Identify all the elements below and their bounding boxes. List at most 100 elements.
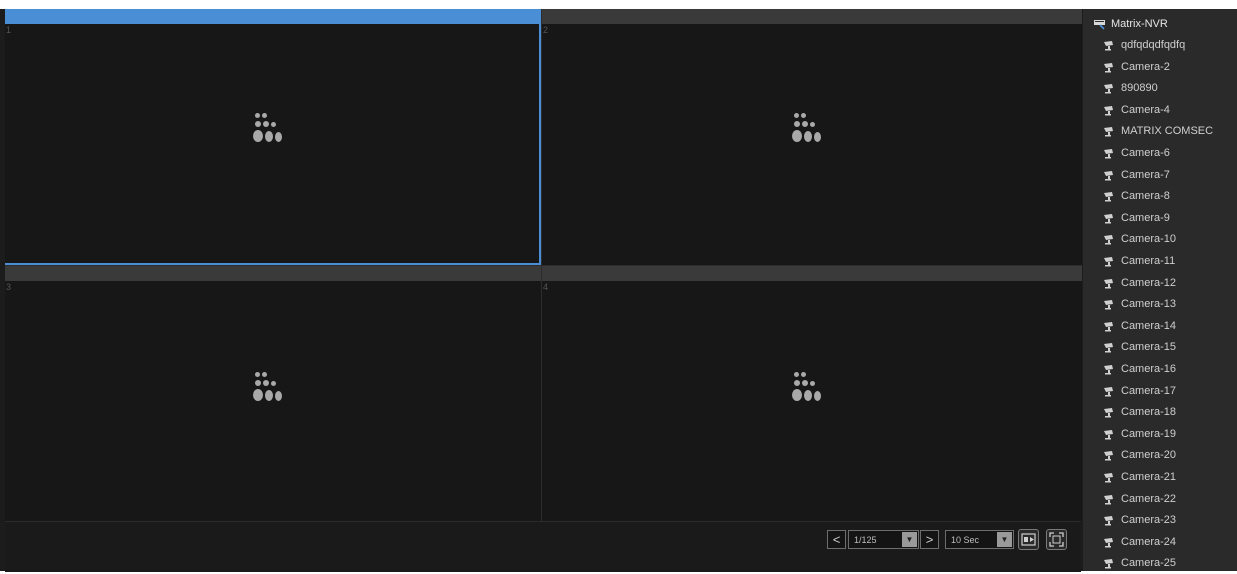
no-video-logo-icon <box>790 372 826 408</box>
camera-label: Camera-15 <box>1121 341 1177 354</box>
tree-root-label: Matrix-NVR <box>1111 18 1168 30</box>
camera-icon <box>1104 213 1113 224</box>
chevron-down-icon[interactable]: ▼ <box>902 532 917 547</box>
camera-label: Camera-17 <box>1121 384 1177 397</box>
camera-label: MATRIX COMSEC <box>1121 125 1214 138</box>
camera-icon <box>1104 473 1113 483</box>
camera-label: Camera-14 <box>1121 319 1177 332</box>
camera-icon <box>1104 429 1113 440</box>
camera-list-item[interactable]: Camera-16 <box>1103 359 1176 380</box>
pane-number: 1 <box>6 25 12 35</box>
camera-list-item[interactable]: Camera-4 <box>1103 100 1170 121</box>
camera-icon <box>1104 559 1113 569</box>
camera-icon <box>1104 408 1113 418</box>
camera-icon <box>1104 365 1113 375</box>
camera-icon <box>1104 494 1113 505</box>
camera-list-item[interactable]: Camera-2 <box>1103 57 1170 78</box>
pane-title-bar[interactable] <box>5 266 541 281</box>
camera-icon <box>1104 257 1113 267</box>
camera-list-item[interactable]: Camera-7 <box>1103 165 1170 186</box>
video-pane-4[interactable]: 4 <box>541 265 1082 522</box>
camera-icon <box>1104 300 1113 310</box>
camera-icon <box>1104 451 1113 461</box>
camera-label: Camera-13 <box>1121 298 1177 311</box>
chevron-down-icon[interactable]: ▼ <box>997 532 1012 547</box>
camera-list-item[interactable]: MATRIX COMSEC <box>1103 121 1213 142</box>
camera-icon <box>1104 278 1113 289</box>
camera-list-item[interactable]: Camera-19 <box>1103 424 1176 445</box>
page-value: 1/125 <box>854 535 877 545</box>
camera-label: qdfqdqdfqdfq <box>1121 39 1186 51</box>
camera-label: Camera-7 <box>1121 168 1170 181</box>
pane-number: 2 <box>543 25 549 35</box>
pane-title-bar[interactable] <box>542 9 1082 24</box>
no-video-logo-icon <box>251 372 287 408</box>
camera-icon <box>1104 537 1113 548</box>
camera-list-item[interactable]: qdfqdqdfqdfq <box>1103 35 1185 56</box>
camera-list-item[interactable]: Camera-22 <box>1103 489 1176 510</box>
camera-label: Camera-11 <box>1121 255 1176 267</box>
camera-label: Camera-21 <box>1121 471 1177 483</box>
camera-list-item[interactable]: Camera-6 <box>1103 143 1170 164</box>
camera-label: Camera-23 <box>1121 514 1177 527</box>
sequence-play-button[interactable] <box>1018 529 1039 550</box>
pane-title-bar[interactable] <box>542 266 1082 281</box>
camera-label: Camera-6 <box>1121 147 1170 159</box>
camera-list-item[interactable]: Camera-14 <box>1103 316 1176 337</box>
camera-list-item[interactable]: Camera-13 <box>1103 294 1176 315</box>
tree-root-device[interactable]: Matrix-NVR <box>1093 15 1168 33</box>
nvr-device-icon <box>1094 20 1105 30</box>
camera-icon <box>1104 235 1113 245</box>
fullscreen-button[interactable] <box>1046 529 1067 550</box>
camera-label: Camera-25 <box>1121 557 1177 570</box>
camera-icon <box>1104 321 1113 332</box>
camera-label: Camera-10 <box>1121 233 1177 246</box>
camera-list-item[interactable]: Camera-23 <box>1103 510 1176 531</box>
camera-list-item[interactable]: Camera-12 <box>1103 273 1176 294</box>
sequence-interval-select[interactable]: 10 Sec ▼ <box>945 530 1014 549</box>
camera-list-item[interactable]: Camera-18 <box>1103 402 1176 423</box>
device-tree-panel: Matrix-NVR qdfqdqdfqdfq Camera-2 890890 Cam… <box>1083 9 1237 571</box>
camera-list-item[interactable]: Camera-21 <box>1103 467 1176 488</box>
camera-label: Camera-22 <box>1121 492 1177 505</box>
camera-list-item[interactable]: Camera-15 <box>1103 337 1176 358</box>
camera-icon <box>1104 127 1113 137</box>
fullscreen-icon <box>1049 532 1064 547</box>
page-select[interactable]: 1/125 ▼ <box>848 530 919 549</box>
video-pane-3[interactable]: 3 <box>5 265 541 522</box>
video-pane-2[interactable]: 2 <box>541 9 1082 265</box>
camera-list-item[interactable]: Camera-24 <box>1103 532 1176 553</box>
previous-page-button[interactable]: < <box>827 530 846 549</box>
camera-label: Camera-8 <box>1121 190 1170 203</box>
camera-icon <box>1104 105 1113 116</box>
camera-label: Camera-18 <box>1121 406 1177 419</box>
camera-label: Camera-20 <box>1121 449 1177 462</box>
pane-title-bar[interactable] <box>5 9 541 24</box>
no-video-logo-icon <box>790 113 826 149</box>
camera-list-item[interactable]: Camera-9 <box>1103 208 1170 229</box>
camera-label: Camera-24 <box>1121 535 1177 548</box>
interval-value: 10 Sec <box>951 535 980 545</box>
camera-list-item[interactable]: Camera-10 <box>1103 229 1176 250</box>
camera-list-item[interactable]: Camera-17 <box>1103 381 1176 402</box>
pane-number: 4 <box>543 282 549 292</box>
camera-label: Camera-19 <box>1121 427 1177 440</box>
camera-list-item[interactable]: Camera-20 <box>1103 445 1176 466</box>
camera-list-item[interactable]: 890890 <box>1103 78 1158 99</box>
camera-icon <box>1104 343 1113 353</box>
camera-icon <box>1104 149 1113 159</box>
video-pane-1[interactable]: 1 <box>5 9 541 265</box>
camera-list-item[interactable]: Camera-11 <box>1103 251 1175 272</box>
camera-label: Camera-2 <box>1121 60 1170 73</box>
camera-icon <box>1104 386 1113 397</box>
pane-number: 3 <box>6 282 12 292</box>
camera-label: Camera-12 <box>1121 276 1177 289</box>
camera-icon <box>1104 170 1113 181</box>
next-page-button[interactable]: > <box>920 530 939 549</box>
camera-icon <box>1104 516 1113 526</box>
camera-list-item[interactable]: Camera-8 <box>1103 186 1170 207</box>
no-video-logo-icon <box>251 113 287 149</box>
camera-label: Camera-16 <box>1121 363 1177 375</box>
nvr-live-view: 1 2 3 4 < 1/125 ▼ > 10 Sec ▼ Matrix-NVR … <box>0 9 1237 572</box>
camera-label: Camera-4 <box>1121 103 1170 116</box>
